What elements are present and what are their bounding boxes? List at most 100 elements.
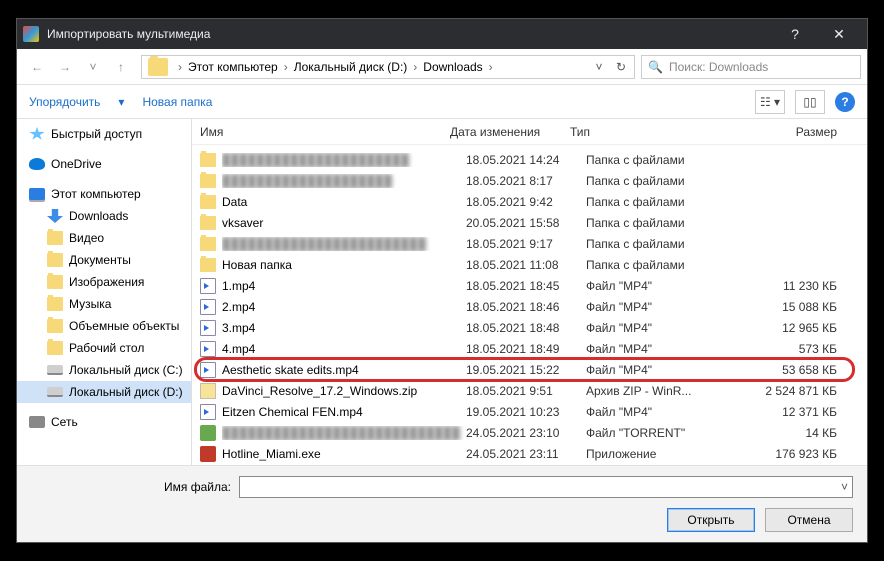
drive-icon [47,365,63,375]
file-size: 176 923 КБ [726,447,867,461]
mp4-icon [200,341,216,357]
zip-icon [200,383,216,399]
help-button[interactable]: ? [835,92,855,112]
crumb-0[interactable]: Этот компьютер [188,60,278,74]
sidebar-item[interactable]: Изображения [17,271,191,293]
recent-dropdown[interactable]: ˅ [79,53,107,81]
exe-icon [200,446,216,462]
open-button[interactable]: Открыть [667,508,755,532]
file-row[interactable]: Aesthetic skate edits.mp419.05.2021 15:2… [192,359,867,380]
search-input[interactable]: 🔍 Поиск: Downloads [641,55,861,79]
file-row[interactable]: ████████████████████████████24.05.2021 2… [192,422,867,443]
cancel-button[interactable]: Отмена [765,508,853,532]
file-row[interactable]: 1.mp418.05.2021 18:45Файл "MP4"11 230 КБ [192,275,867,296]
sidebar-item[interactable]: Сеть [17,411,191,433]
file-name: ████████████████████████████ [222,426,466,440]
preview-pane-button[interactable]: ▯▯ [795,90,825,114]
filename-input[interactable] [239,476,853,498]
file-list[interactable]: Имя Дата изменения Тип Размер ██████████… [192,119,867,465]
sidebar-item-label: Документы [69,253,131,267]
file-type: Папка с файлами [586,258,726,272]
file-name: 3.mp4 [222,321,466,335]
folder-icon [200,258,216,272]
sidebar-item-label: Сеть [51,415,78,429]
col-size[interactable]: Размер [710,125,867,139]
file-date: 18.05.2021 18:48 [466,321,586,335]
file-row[interactable]: Data18.05.2021 9:42Папка с файлами [192,191,867,212]
file-type: Файл "MP4" [586,321,726,335]
close-button[interactable]: ✕ [817,19,861,49]
down-icon [47,209,63,223]
file-name: Aesthetic skate edits.mp4 [222,363,466,377]
column-headers[interactable]: Имя Дата изменения Тип Размер [192,119,867,145]
file-date: 18.05.2021 9:42 [466,195,586,209]
drive-icon [47,387,63,397]
folder-icon [200,153,216,167]
sidebar-item[interactable]: OneDrive [17,153,191,175]
view-mode-button[interactable]: ☷ ▾ [755,90,785,114]
sidebar-item[interactable]: Локальный диск (C:) [17,359,191,381]
sidebar-item-label: Объемные объекты [69,319,179,333]
nav-bar: ← → ˅ ↑ › Этот компьютер › Локальный дис… [17,49,867,85]
file-row[interactable]: Eitzen Chemical FEN.mp419.05.2021 10:23Ф… [192,401,867,422]
sidebar-item[interactable]: Документы [17,249,191,271]
file-row[interactable]: Hotline_Miami.exe24.05.2021 23:11Приложе… [192,443,867,464]
new-folder-button[interactable]: Новая папка [142,95,212,109]
file-name: ██████████████████████ [222,153,466,167]
sidebar-item[interactable]: Локальный диск (D:) [17,381,191,403]
sidebar-item[interactable]: Этот компьютер [17,183,191,205]
up-button[interactable]: ↑ [107,53,135,81]
help-titlebar-button[interactable]: ? [773,19,817,49]
crumb-1[interactable]: Локальный диск (D:) [294,60,408,74]
file-date: 18.05.2021 8:17 [466,174,586,188]
sidebar-item[interactable]: Видео [17,227,191,249]
sidebar-item-label: Быстрый доступ [51,127,142,141]
sidebar-item[interactable]: Музыка [17,293,191,315]
back-button[interactable]: ← [23,53,51,81]
file-size: 2 524 871 КБ [726,384,867,398]
file-row[interactable]: Новая папка18.05.2021 11:08Папка с файла… [192,254,867,275]
chevron-right-icon: › [278,60,294,74]
file-row[interactable]: 4.mp418.05.2021 18:49Файл "MP4"573 КБ [192,338,867,359]
file-date: 18.05.2021 9:51 [466,384,586,398]
refresh-button[interactable]: ↻ [610,60,632,74]
window-title: Импортировать мультимедиа [47,27,773,41]
sidebar-item-label: Локальный диск (D:) [69,385,183,399]
file-date: 18.05.2021 18:49 [466,342,586,356]
net-icon [29,416,45,428]
file-row[interactable]: ██████████████████████18.05.2021 14:24Па… [192,149,867,170]
mp4-icon [200,362,216,378]
folder-icon [47,297,63,311]
file-name: ████████████████████████ [222,237,466,251]
file-row[interactable]: ████████████████████████18.05.2021 9:17П… [192,233,867,254]
folder-icon [47,319,63,333]
chevron-right-icon: › [172,60,188,74]
sidebar-item[interactable]: Быстрый доступ [17,123,191,145]
col-date[interactable]: Дата изменения [450,125,570,139]
organize-dropdown-icon[interactable]: ▾ [118,95,124,109]
sidebar-item[interactable]: Объемные объекты [17,315,191,337]
file-row[interactable]: 3.mp418.05.2021 18:48Файл "MP4"12 965 КБ [192,317,867,338]
file-row[interactable]: DaVinci_Resolve_17.2_Windows.zip18.05.20… [192,380,867,401]
breadcrumb-dropdown[interactable]: ˅ [588,60,610,74]
col-name[interactable]: Имя [200,125,450,139]
file-row[interactable]: ████████████████████18.05.2021 8:17Папка… [192,170,867,191]
torrent-icon [200,425,216,441]
sidebar-item-label: Локальный диск (C:) [69,363,183,377]
sidebar-item[interactable]: Рабочий стол [17,337,191,359]
organize-menu[interactable]: Упорядочить [29,95,100,109]
file-row[interactable]: 2.mp418.05.2021 18:46Файл "MP4"15 088 КБ [192,296,867,317]
forward-button[interactable]: → [51,53,79,81]
file-date: 24.05.2021 23:10 [466,426,586,440]
chevron-right-icon: › [483,60,499,74]
crumb-2[interactable]: Downloads [423,60,482,74]
col-type[interactable]: Тип [570,125,710,139]
titlebar[interactable]: Импортировать мультимедиа ? ✕ [17,19,867,49]
sidebar-item-label: Рабочий стол [69,341,144,355]
sidebar-item[interactable]: Downloads [17,205,191,227]
breadcrumb[interactable]: › Этот компьютер › Локальный диск (D:) ›… [141,55,635,79]
folder-icon [200,195,216,209]
file-row[interactable]: vksaver20.05.2021 15:58Папка с файлами [192,212,867,233]
file-date: 18.05.2021 9:17 [466,237,586,251]
file-size: 14 КБ [726,426,867,440]
